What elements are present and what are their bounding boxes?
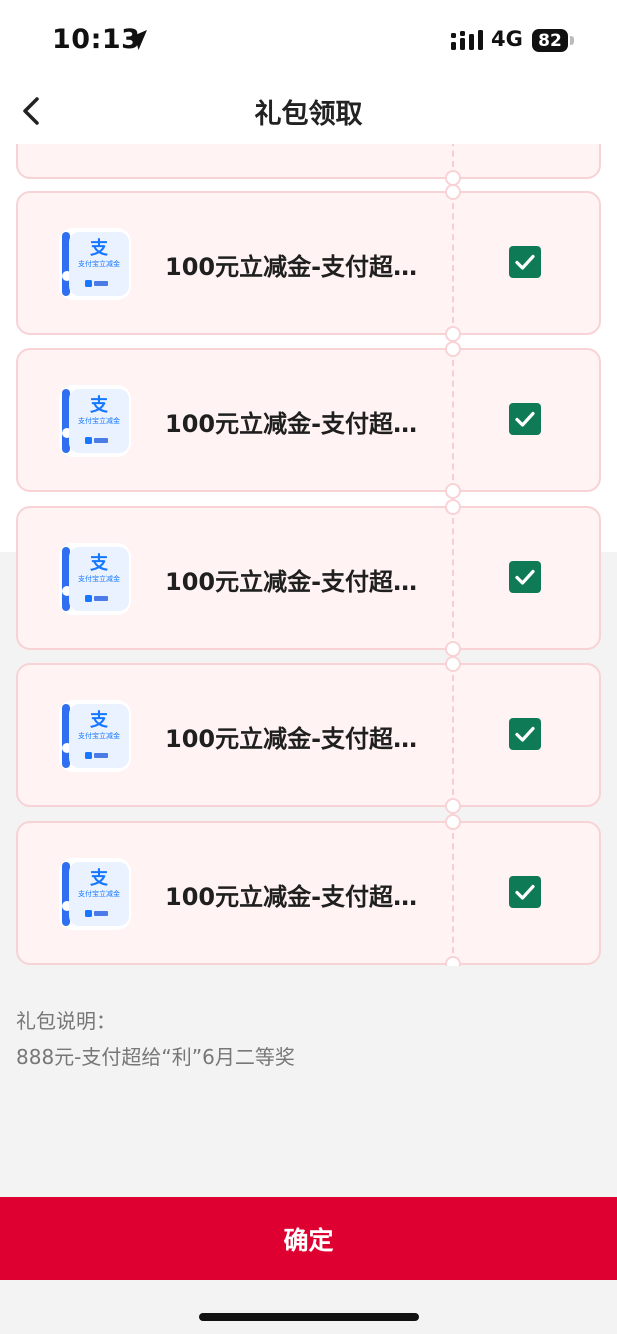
svg-text:支付宝立减金: 支付宝立减金 [78,889,120,898]
home-indicator [199,1313,419,1321]
svg-text:支付宝立减金: 支付宝立减金 [78,416,120,425]
ticket-divider [452,360,454,480]
description-label: 礼包说明： [16,1009,116,1033]
ticket-divider [452,203,454,323]
svg-text:支: 支 [89,552,109,574]
gift-item-title: 100元立减金-支付超给“利”6月二等奖 [165,883,435,911]
battery-icon: 82 [532,29,568,52]
ticket-notch [445,956,461,966]
nav-bar: 礼包领取 [0,80,617,144]
confirm-button[interactable]: 确定 [0,1197,617,1280]
ticket-notch [445,499,461,515]
network-type: 4G [491,27,523,51]
ticket-notch [445,641,461,657]
gift-item-title: 100元立减金-支付超给“利”6月二等奖 [165,253,435,281]
ticket-divider [452,675,454,795]
gift-item-checkbox[interactable] [509,561,541,593]
gift-list[interactable]: 支支付宝立减金100元立减金-支付超给“利”6月二等奖支支付宝立减金100元立减… [0,144,617,966]
ticket-notch [445,798,461,814]
description-text: 888元-支付超给“利”6月二等奖 [16,1045,295,1069]
ticket-notch [445,341,461,357]
gift-item-title: 100元立减金-支付超给“利”6月二等奖 [165,725,435,753]
gift-item-title: 100元立减金-支付超给“利”6月二等奖 [165,568,435,596]
ticket-notch [445,184,461,200]
checkmark-icon [515,569,535,585]
back-button[interactable] [16,93,46,129]
alipay-coupon-icon: 支支付宝立减金 [59,700,131,772]
ticket-notch [445,483,461,499]
checkmark-icon [515,726,535,742]
gift-item[interactable]: 支支付宝立减金 100元立减金-支付超给“利”6月二等奖 [16,814,601,966]
alipay-coupon-icon: 支支付宝立减金 [59,858,131,930]
svg-text:支: 支 [89,394,109,416]
ticket-notch [445,656,461,672]
alipay-coupon-icon: 支支付宝立减金 [59,385,131,457]
ticket-divider [452,144,454,167]
ticket-notch [445,326,461,342]
gift-item-checkbox[interactable] [509,403,541,435]
gift-item[interactable]: 支支付宝立减金 100元立减金-支付超给“利”6月二等奖 [16,184,601,342]
gift-item-checkbox[interactable] [509,246,541,278]
page-title: 礼包领取 [254,99,363,130]
alipay-coupon-icon: 支支付宝立减金 [59,543,131,615]
checkmark-icon [515,884,535,900]
status-bar: 10:13 4G 82 [0,0,617,80]
checkmark-icon [515,411,535,427]
alipay-coupon-icon: 支支付宝立减金 [59,228,131,300]
svg-text:支: 支 [89,709,109,731]
signal-icon [451,30,483,50]
gift-item[interactable]: 支支付宝立减金 100元立减金-支付超给“利”6月二等奖 [16,499,601,657]
svg-text:支付宝立减金: 支付宝立减金 [78,574,120,583]
svg-text:支付宝立减金: 支付宝立减金 [78,731,120,740]
checkmark-icon [515,254,535,270]
gift-item-checkbox[interactable] [509,876,541,908]
svg-text:支: 支 [89,237,109,259]
gift-item-checkbox[interactable] [509,718,541,750]
svg-text:支付宝立减金: 支付宝立减金 [78,259,120,268]
gift-item[interactable]: 支支付宝立减金 100元立减金-支付超给“利”6月二等奖 [16,656,601,814]
battery-level: 82 [538,30,562,51]
ticket-divider [452,833,454,953]
ticket-divider [452,518,454,638]
gift-item-title: 100元立减金-支付超给“利”6月二等奖 [165,410,435,438]
ticket-notch [445,814,461,830]
location-arrow-icon [127,30,147,50]
gift-item[interactable]: 支支付宝立减金100元立减金-支付超给“利”6月二等奖 [16,144,601,186]
gift-item[interactable]: 支支付宝立减金 100元立减金-支付超给“利”6月二等奖 [16,341,601,499]
battery-tip [570,36,574,45]
svg-text:支: 支 [89,867,109,889]
